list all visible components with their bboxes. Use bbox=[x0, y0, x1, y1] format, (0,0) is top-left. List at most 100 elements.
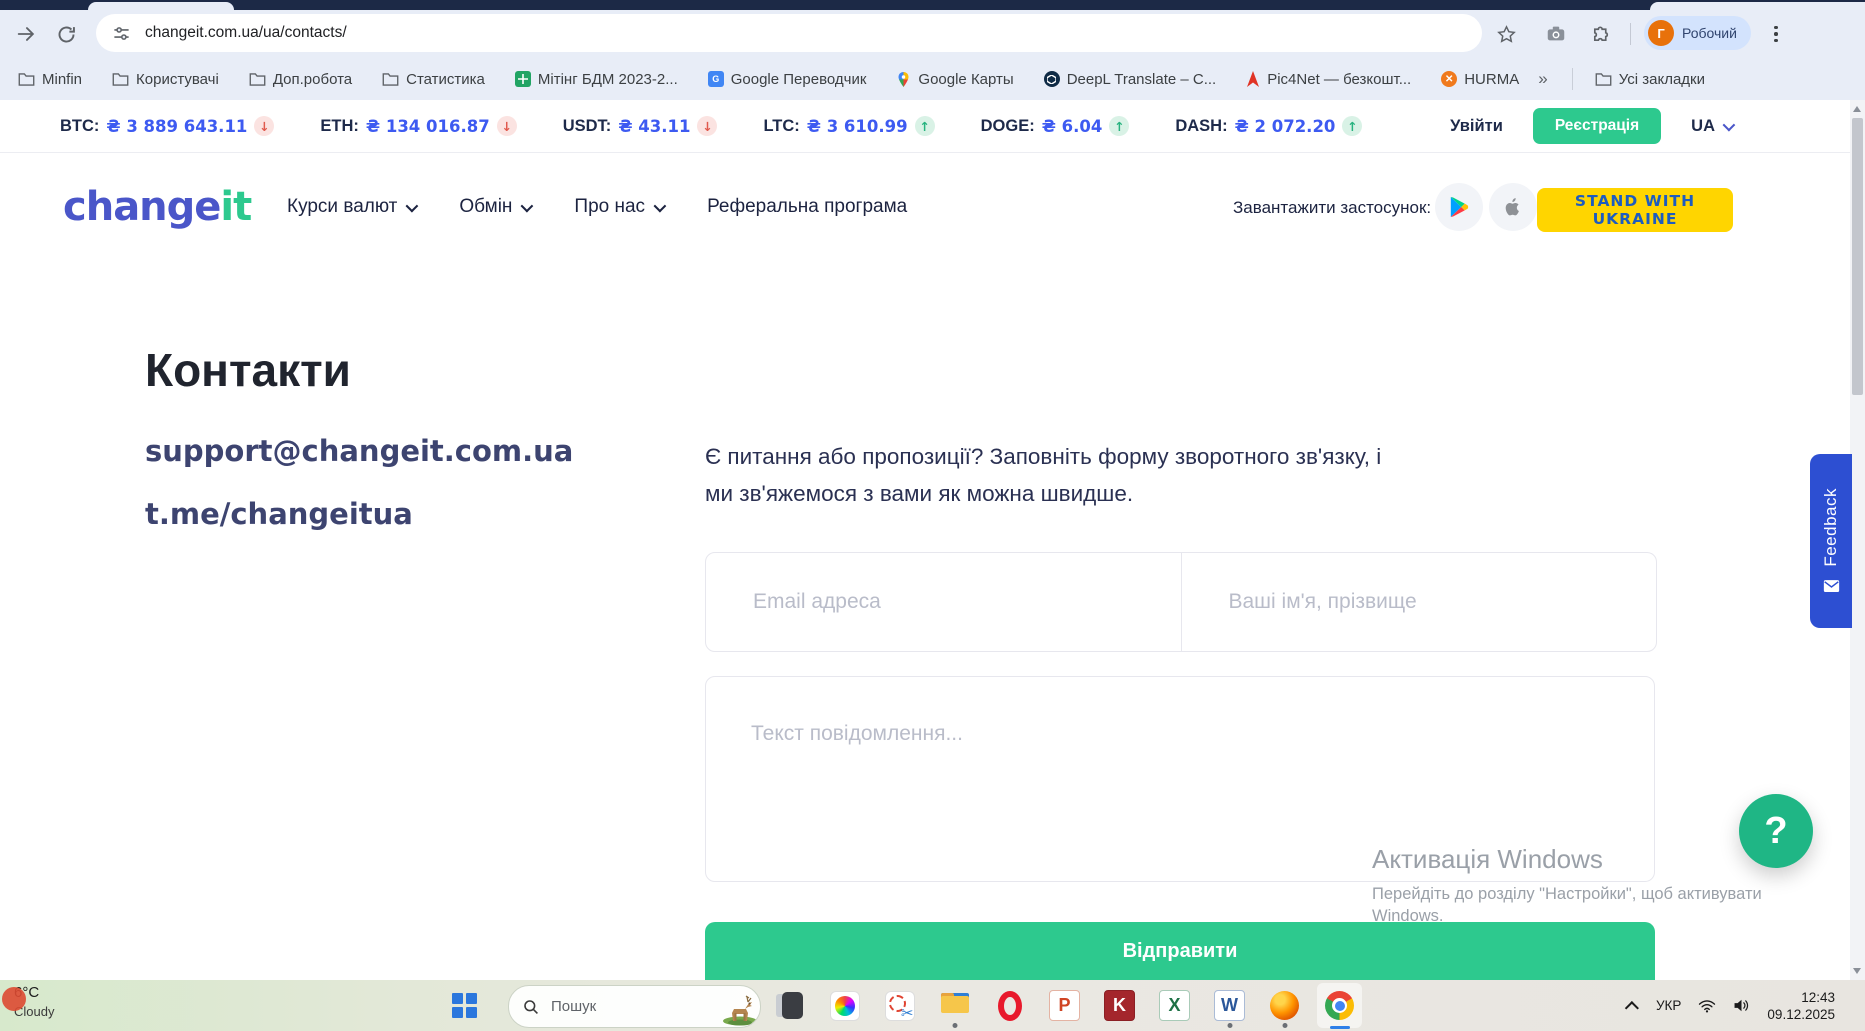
running-indicator-dot bbox=[1282, 1023, 1287, 1028]
ticker-label: LTC: bbox=[763, 116, 800, 135]
scrollbar-thumb[interactable] bbox=[1852, 118, 1863, 395]
taskbar-search-box[interactable]: Пошук bbox=[508, 985, 761, 1028]
browser-menu-button[interactable] bbox=[1762, 20, 1790, 48]
extensions-button[interactable] bbox=[1584, 18, 1616, 50]
register-button[interactable]: Реєстрація bbox=[1532, 108, 1662, 144]
forward-button[interactable] bbox=[10, 18, 42, 50]
ticker-value: ₴ 3 610.99 bbox=[806, 116, 908, 136]
google-play-button[interactable] bbox=[1435, 183, 1483, 231]
taskbar-icon-file-explorer[interactable] bbox=[927, 980, 982, 1031]
ticker-label: DOGE: bbox=[980, 116, 1035, 135]
taskbar-weather-widget[interactable]: 6°C Cloudy bbox=[2, 984, 54, 1019]
ticker-item-usdt[interactable]: USDT: ₴ 43.11 bbox=[563, 116, 718, 136]
bookmark-google-maps[interactable]: Google Карты bbox=[896, 70, 1014, 88]
screenshot-camera-button[interactable] bbox=[1540, 18, 1572, 50]
ticker-item-btc[interactable]: BTC: ₴ 3 889 643.11 bbox=[60, 116, 275, 136]
bookmark-label: Доп.робота bbox=[272, 70, 353, 88]
bookmark-star-button[interactable] bbox=[1490, 18, 1522, 50]
bookmark-pic4net[interactable]: Pic4Net — безкошт... bbox=[1246, 71, 1411, 88]
chrome-icon bbox=[1325, 991, 1354, 1020]
email-input[interactable] bbox=[751, 589, 1151, 615]
taskbar-icon-powerpoint[interactable]: P bbox=[1037, 980, 1092, 1031]
toolbar-divider bbox=[1630, 23, 1631, 45]
taskbar-icon-excel[interactable]: X bbox=[1147, 980, 1202, 1031]
folder-icon bbox=[382, 72, 399, 86]
clock-date: 09.12.2025 bbox=[1767, 1006, 1835, 1022]
ticker-item-doge[interactable]: DOGE: ₴ 6.04 bbox=[981, 116, 1130, 136]
browser-tab-strip bbox=[0, 0, 1865, 10]
start-button[interactable] bbox=[452, 993, 477, 1018]
address-bar[interactable]: changeit.com.ua/ua/contacts/ bbox=[96, 14, 1482, 52]
bookmark-deepl[interactable]: DeepL Translate – C... bbox=[1043, 70, 1217, 88]
running-indicator-dot bbox=[1227, 1023, 1232, 1028]
bookmark-statistics[interactable]: Статистика bbox=[382, 71, 485, 88]
all-bookmarks-button[interactable]: Усі закладки bbox=[1595, 71, 1705, 88]
nav-label: Про нас bbox=[574, 196, 646, 217]
bookmark-hurma[interactable]: ✕ HURMA bbox=[1441, 71, 1519, 88]
language-switcher[interactable]: UA bbox=[1691, 117, 1736, 136]
page-scrollbar[interactable] bbox=[1850, 100, 1865, 980]
browser-tab[interactable] bbox=[88, 2, 234, 10]
telegram-link[interactable]: t.me/changeitua bbox=[145, 497, 413, 531]
taskbar-clock[interactable]: 12:43 09.12.2025 bbox=[1767, 989, 1835, 1023]
nav-item-referral[interactable]: Реферальна програма bbox=[707, 196, 907, 218]
search-highlight-deer-image bbox=[723, 995, 757, 1026]
profile-chip[interactable]: Г Робочий bbox=[1644, 16, 1751, 50]
app-store-button[interactable] bbox=[1489, 183, 1537, 231]
reload-button[interactable] bbox=[50, 18, 82, 50]
url-text[interactable]: changeit.com.ua/ua/contacts/ bbox=[145, 24, 347, 42]
download-app-label: Завантажити застосунок: bbox=[1233, 198, 1432, 217]
deepl-icon bbox=[1043, 71, 1060, 87]
bookmark-label: Google Карты bbox=[918, 70, 1014, 88]
nav-label: Курси валют bbox=[287, 196, 398, 217]
bookmark-label: Мітінг БДМ 2023-2... bbox=[537, 70, 678, 88]
feedback-tab[interactable]: Feedback bbox=[1810, 454, 1852, 628]
weather-icon bbox=[2, 987, 26, 1011]
intro-line-1: Є питання або пропозиції? Заповніть форм… bbox=[705, 444, 1382, 469]
bookmarks-overflow-button[interactable]: » bbox=[1538, 69, 1547, 89]
bookmark-extra-work[interactable]: Доп.робота bbox=[249, 71, 352, 88]
scroll-up-arrow-icon[interactable] bbox=[1853, 106, 1861, 112]
main-nav: Курси валют Обмін Про нас Реферальна про… bbox=[287, 152, 907, 262]
taskbar-icon-snipping-tool[interactable] bbox=[872, 980, 927, 1031]
hidden-icons-chevron[interactable] bbox=[1624, 1000, 1639, 1015]
nav-item-exchange[interactable]: Обмін bbox=[459, 196, 534, 218]
site-logo[interactable]: changeit bbox=[63, 184, 252, 230]
support-email-link[interactable]: support@changeit.com.ua bbox=[145, 434, 573, 468]
bookmarks-bar: Minfin Користувачі Доп.робота Статистика… bbox=[0, 58, 1865, 101]
bookmark-users[interactable]: Користувачі bbox=[112, 71, 219, 88]
google-sheets-icon bbox=[514, 71, 531, 87]
bookmark-google-translate[interactable]: G Google Переводчик bbox=[707, 71, 866, 88]
taskbar-icon-firefox[interactable] bbox=[1257, 980, 1312, 1031]
browser-tab-active[interactable] bbox=[1650, 2, 1865, 10]
ticker-item-ltc[interactable]: LTC: ₴ 3 610.99 bbox=[763, 116, 935, 136]
folder-icon bbox=[18, 72, 35, 86]
login-link[interactable]: Увійти bbox=[1450, 117, 1503, 136]
ticker-label: USDT: bbox=[562, 116, 612, 135]
folder-icon bbox=[249, 72, 266, 86]
taskbar-icon-opera[interactable] bbox=[982, 980, 1037, 1031]
nav-item-exchange-rates[interactable]: Курси валют bbox=[287, 196, 419, 218]
taskbar-icon-word[interactable]: W bbox=[1202, 980, 1257, 1031]
message-textarea[interactable] bbox=[705, 676, 1655, 882]
name-input[interactable] bbox=[1226, 589, 1626, 615]
taskbar-icon-red-app[interactable]: K bbox=[1092, 980, 1147, 1031]
stand-with-ukraine-button[interactable]: STAND WITH UKRAINE bbox=[1537, 188, 1733, 232]
taskbar-icon-dark-app[interactable] bbox=[762, 980, 817, 1031]
scroll-down-arrow-icon[interactable] bbox=[1853, 968, 1861, 974]
nav-item-about[interactable]: Про нас bbox=[574, 196, 667, 218]
trend-up-icon bbox=[1342, 116, 1363, 136]
keyboard-language-indicator[interactable]: УКР bbox=[1656, 998, 1681, 1013]
taskbar-icon-chrome-active[interactable] bbox=[1312, 980, 1367, 1031]
volume-icon[interactable] bbox=[1733, 998, 1750, 1013]
wifi-icon[interactable] bbox=[1698, 999, 1716, 1013]
help-button[interactable]: ? bbox=[1739, 794, 1813, 868]
ticker-item-dash[interactable]: DASH: ₴ 2 072.20 bbox=[1175, 116, 1363, 136]
site-info-icon[interactable] bbox=[112, 24, 131, 43]
ticker-item-eth[interactable]: ETH: ₴ 134 016.87 bbox=[320, 116, 517, 136]
bookmark-label: DeepL Translate – C... bbox=[1066, 70, 1217, 88]
bookmark-meeting-sheet[interactable]: Мітінг БДМ 2023-2... bbox=[514, 70, 678, 88]
taskbar-icon-adobe-creative-cloud[interactable] bbox=[817, 980, 872, 1031]
folder-icon bbox=[112, 72, 129, 86]
bookmark-minfin[interactable]: Minfin bbox=[18, 71, 82, 88]
